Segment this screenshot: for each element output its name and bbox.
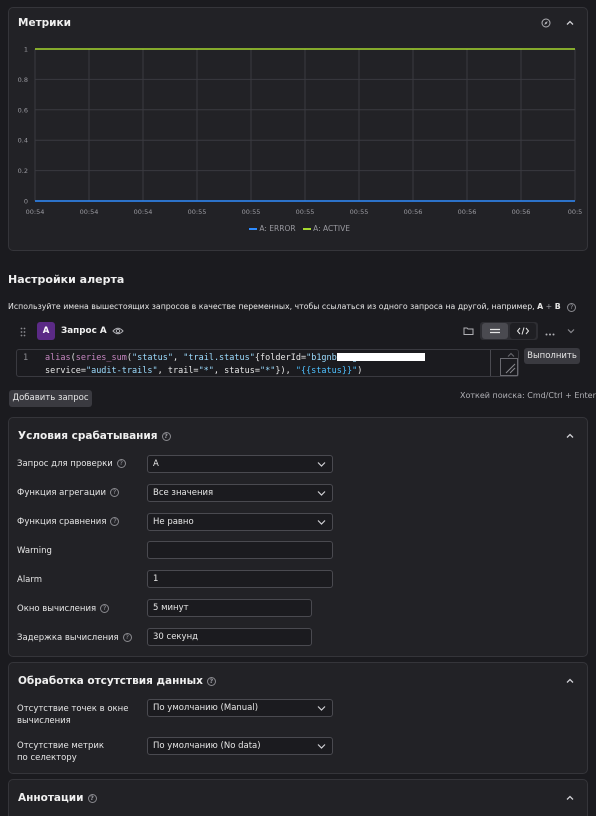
code-mode-icon[interactable] [510,323,536,339]
no-metrics-select[interactable]: По умолчанию (No data) [147,737,333,755]
warning-label: Warning [17,546,52,556]
window-input[interactable]: 5 минут [147,599,312,617]
x-tick-label: 00:56 [404,208,423,216]
chart-legend: A: ERROR A: ACTIVE [249,224,350,233]
y-tick-label: 1 [24,46,28,54]
add-query-button[interactable]: Добавить запрос [9,390,92,407]
metrics-panel: Метрики 1 0.8 0.6 0.4 0.2 0 00:54 00:54 00:54 00:… [8,7,588,251]
no-points-label: Отсутствие точек в окне вычисления [17,704,129,726]
collapse-nodata-icon[interactable] [565,676,577,688]
warning-input[interactable] [147,541,333,559]
query-check-value: A [153,459,159,469]
x-tick-label: 00:55 [242,208,261,216]
comparison-select[interactable]: Не равно [147,513,333,531]
run-button[interactable]: Выполнить [524,348,580,364]
collapse-conditions-icon[interactable] [565,431,577,443]
y-tick-label: 0.8 [18,76,28,84]
help-icon[interactable]: ? [161,431,171,441]
x-tick-label: 00:54 [80,208,99,216]
alarm-input[interactable]: 1 [147,570,333,588]
x-tick-label: 00:56 [512,208,531,216]
view-toggle [480,322,538,340]
query-name[interactable]: Запрос A [61,326,107,336]
code-line-1: alias(series_sum("status", "trail.status… [45,353,363,363]
help-icon[interactable]: ? [116,459,126,468]
help-icon[interactable]: ? [567,302,577,312]
hint-plus: + [545,302,553,311]
visual-mode-icon[interactable] [482,323,508,339]
hint-var-a: A [537,302,544,311]
conditions-title: Условия срабатывания? [18,430,171,442]
chevron-down-icon [317,706,326,711]
collapse-annotations-icon[interactable] [565,793,577,805]
help-icon[interactable]: ? [122,633,132,642]
help-icon[interactable]: ? [87,793,97,803]
delay-input[interactable]: 30 секунд [147,628,312,646]
chevron-down-icon [317,520,326,525]
x-tick-label: 00:54 [26,208,45,216]
delay-label: Задержка вычисления? [17,632,132,644]
window-label: Окно вычисления? [17,603,110,615]
aggregation-label: Функция агрегации? [17,487,119,499]
legend-error-label: A: ERROR [259,224,296,233]
chevron-down-icon[interactable] [566,327,576,338]
y-tick-label: 0.4 [18,137,28,145]
eye-icon[interactable] [112,326,124,339]
metrics-chart: 1 0.8 0.6 0.4 0.2 0 00:54 00:54 00:54 00:55 00:55 0… [18,46,583,217]
line-number: 1 [23,353,29,363]
compass-icon[interactable] [541,18,551,31]
hint-var-b: B [554,302,561,311]
conditions-panel: Условия срабатывания? [8,417,588,657]
aggregation-select[interactable]: Все значения [147,484,333,502]
comparison-value: Не равно [153,517,194,527]
editor-scrollbar[interactable] [490,350,491,376]
alarm-label: Alarm [17,575,43,585]
chevron-down-icon [317,462,326,467]
x-tick-label: 00:56 [458,208,477,216]
x-tick-label: 00:55 [296,208,315,216]
chevron-down-icon [317,491,326,496]
y-tick-label: 0.6 [18,106,28,114]
legend-active-label: A: ACTIVE [313,224,350,233]
drag-handle-icon[interactable] [20,327,26,340]
no-points-select[interactable]: По умолчанию (Manual) [147,699,333,717]
alert-hint-text: Используйте имена вышестоящих запросов в… [8,302,535,311]
alert-settings-title: Настройки алерта [8,273,125,286]
query-badge: A [37,322,55,340]
y-tick-label: 0 [24,198,28,206]
query-check-label: Запрос для проверки? [17,458,126,470]
legend-active[interactable]: A: ACTIVE [302,224,350,233]
y-tick-label: 0.2 [18,167,28,175]
annotations-title: Аннотации? [18,792,97,804]
help-icon[interactable]: ? [109,488,119,497]
x-tick-label: 00:55 [350,208,369,216]
x-tick-label: 00:54 [134,208,153,216]
annotations-panel: Аннотации? [8,779,588,816]
no-metrics-value: По умолчанию (No data) [153,741,261,751]
editor-scroll-up-icon[interactable] [507,351,515,361]
more-icon[interactable] [545,329,555,339]
no-points-value: По умолчанию (Manual) [153,703,259,713]
no-metrics-label: Отсутствие метрик по селектору [17,741,105,763]
x-tick-label: 00:55 [188,208,207,216]
folder-icon[interactable] [463,326,474,339]
code-line-2: service="audit-trails", trail="*", statu… [45,366,363,376]
redacted-block [337,353,425,361]
comparison-label: Функция сравнения? [17,516,120,528]
help-icon[interactable]: ? [100,604,110,613]
collapse-metrics-icon[interactable] [565,18,577,30]
legend-error[interactable]: A: ERROR [249,224,296,233]
alert-hint: Используйте имена вышестоящих запросов в… [8,302,577,312]
hotkey-hint: Хоткей поиска: Cmd/Ctrl + Enter [460,391,596,400]
help-icon[interactable]: ? [110,517,120,526]
help-icon[interactable]: ? [206,676,216,686]
metrics-title: Метрики [18,17,72,29]
query-editor[interactable]: 1 alias(series_sum("status", "trail.stat… [16,349,519,377]
nodata-title: Обработка отсутствия данных? [18,675,216,687]
aggregation-value: Все значения [153,488,214,498]
chevron-down-icon [317,744,326,749]
query-check-select[interactable]: A [147,455,333,473]
x-tick-label: 00:5 [568,208,583,216]
